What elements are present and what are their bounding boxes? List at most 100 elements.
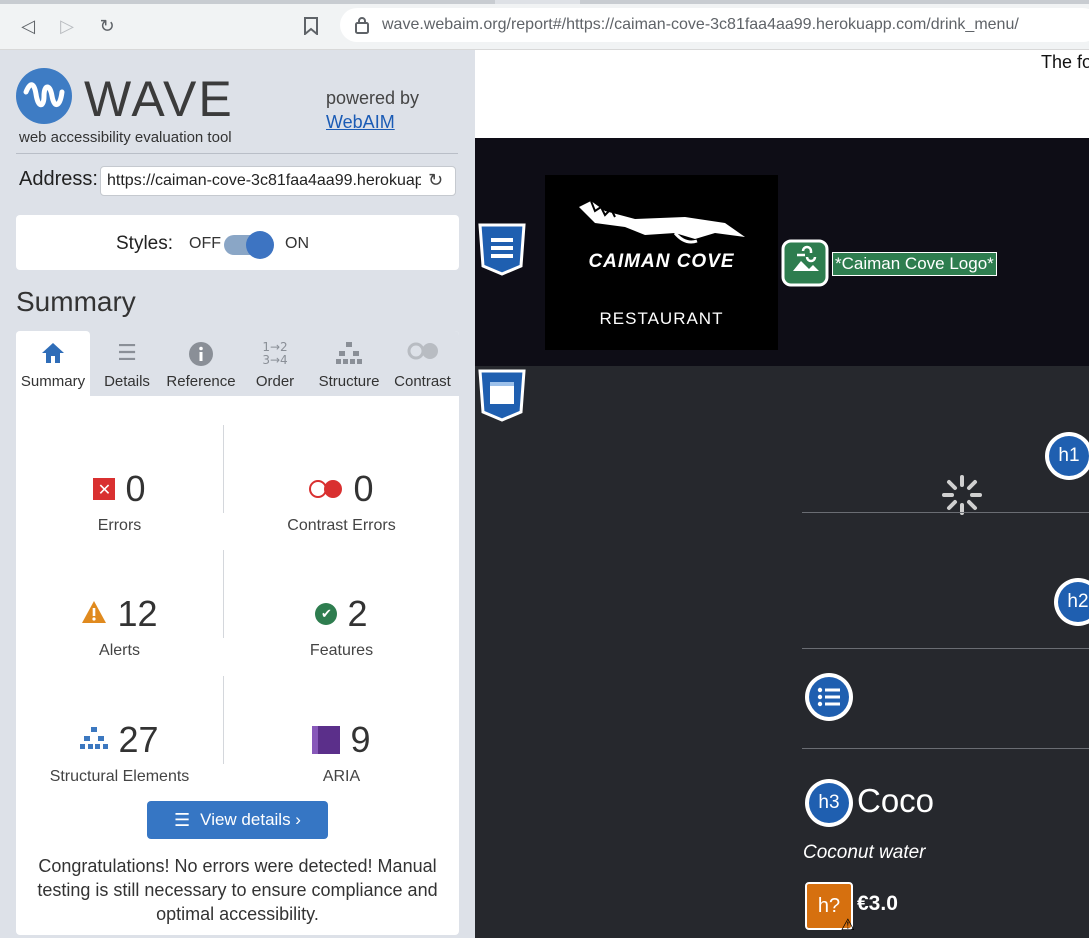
features-count: 2 [347,593,368,634]
lock-icon [355,17,369,34]
panel-tabs: Summary ☰ Details Reference 1→2 3→4 Order [16,331,459,396]
alerts-stat[interactable]: 12 Alerts [16,580,223,670]
reload-icon[interactable]: ↻ [428,170,443,191]
styles-toggle-knob[interactable] [246,231,274,259]
wave-logo-icon [16,68,72,124]
info-icon [164,341,238,367]
warning-icon: ⚠ [840,915,855,934]
structural-stat[interactable]: 27 Structural Elements [16,706,223,796]
address-input[interactable] [100,166,456,196]
list-icon [809,677,849,717]
alert-badge[interactable]: h? ⚠ [805,882,855,934]
tab-reference[interactable]: Reference [164,331,238,396]
menu-item-price: €3.0 [857,892,898,915]
structure-icon [312,341,386,367]
tab-order[interactable]: 1→2 3→4 Order [238,331,312,396]
address-label: Address: [19,168,98,190]
summary-title: Summary [16,286,136,317]
alert-icon [81,600,107,629]
tab-label: Structure [318,373,380,390]
contrast-errors-label: Contrast Errors [287,517,396,534]
congrats-message: Congratulations! No errors were detected… [37,856,438,924]
logo-subtitle: RESTAURANT [599,309,724,328]
preview-cut-text: The fo [1041,52,1089,72]
tab-strip [0,0,1089,4]
contrast-error-icon [309,480,343,498]
wave-sidebar: WAVE web accessibility evaluation tool p… [0,50,475,938]
errors-stat[interactable]: ✕ 0 Errors [16,455,223,545]
tab-details[interactable]: ☰ Details [90,331,164,396]
aria-count: 9 [350,719,371,760]
aria-label: ARIA [322,768,361,785]
tab-structure[interactable]: Structure [312,331,386,396]
browser-toolbar: ◁ ▷ ↻ wave.webaim.org/report#/https://ca… [0,0,1089,50]
list-icon: ☰ [117,341,137,366]
error-icon: ✕ [93,478,116,500]
divider [16,153,458,154]
divider [802,748,1089,749]
back-arrow-icon[interactable]: ◁ [14,12,42,40]
list-icon: ☰ [174,809,191,831]
preview-header: CAIMAN COVE RESTAURANT *Caiman Cove Logo… [475,138,1089,366]
contrast-icon [386,341,459,367]
features-stat[interactable]: ✔ 2 Features [224,580,459,670]
contrast-errors-count: 0 [353,468,374,509]
tab-label: Order [255,373,295,390]
tab-strip-segment [0,0,495,4]
tab-label: Contrast [394,373,451,390]
webaim-link[interactable]: WebAIM [326,110,419,134]
h2-badge[interactable]: h2 [1054,578,1089,626]
alerts-count: 12 [117,593,158,634]
divider [802,512,1089,513]
h3-badge[interactable]: h3 [805,779,853,827]
view-details-button[interactable]: ☰ View details › [147,801,328,839]
page-preview: The fo CAIMAN COVE RESTAURANT *Caiman Co… [475,50,1089,938]
forward-arrow-icon[interactable]: ▷ [53,12,81,40]
crocodile-icon [579,200,745,244]
preview-top-bar: The fo [475,50,1089,138]
aria-header-icon[interactable] [477,222,527,276]
feature-icon: ✔ [315,603,338,625]
bookmark-icon[interactable] [297,12,325,40]
order-icon: 1→2 3→4 [262,340,288,367]
structural-count: 27 [118,719,159,760]
h3-badge-label: h3 [809,783,849,823]
menu-item-name: Coco [857,782,935,819]
aria-icon [312,726,341,754]
structure-icon [80,726,109,755]
alert-badge-label: h? [817,894,841,917]
tab-label: Details [104,373,150,390]
tab-label: Summary [20,373,86,390]
view-details-label: View details › [200,810,301,829]
h1-badge-label: h1 [1049,436,1089,476]
menu-item-description: Coconut water [803,842,926,863]
powered-by-text: powered by [326,88,420,108]
tab-contrast[interactable]: Contrast [386,331,459,396]
linked-image-icon[interactable] [781,239,829,287]
styles-toggle-box: Styles: OFF ON [16,215,459,270]
alerts-label: Alerts [99,642,140,659]
aria-stat[interactable]: 9 ARIA [224,706,459,796]
url-text: wave.webaim.org/report#/https://caiman-c… [382,16,1019,33]
contrast-errors-stat[interactable]: 0 Contrast Errors [224,455,459,545]
errors-label: Errors [97,517,142,534]
wave-tagline: web accessibility evaluation tool [19,129,232,146]
logo-name: CAIMAN COVE [588,251,735,272]
tab-summary[interactable]: Summary [16,331,90,396]
styles-on-label: ON [285,235,309,252]
caiman-cove-logo[interactable]: CAIMAN COVE RESTAURANT [545,175,778,350]
powered-by: powered by WebAIM [326,86,419,134]
list-badge[interactable] [805,673,853,721]
address-bar[interactable]: wave.webaim.org/report#/https://caiman-c… [340,8,1089,42]
tab-strip-segment [580,0,1089,4]
h2-badge-label: h2 [1058,582,1089,622]
summary-panel: Summary ☰ Details Reference 1→2 3→4 Order [16,331,459,935]
home-icon [16,341,90,367]
wave-logo-text: WAVE [84,71,234,127]
features-label: Features [309,642,374,659]
h1-badge[interactable]: h1 [1045,432,1089,480]
styles-off-label: OFF [189,235,221,252]
reload-icon[interactable]: ↻ [93,12,121,40]
aria-region-icon[interactable] [477,368,527,422]
styles-label: Styles: [116,233,174,254]
